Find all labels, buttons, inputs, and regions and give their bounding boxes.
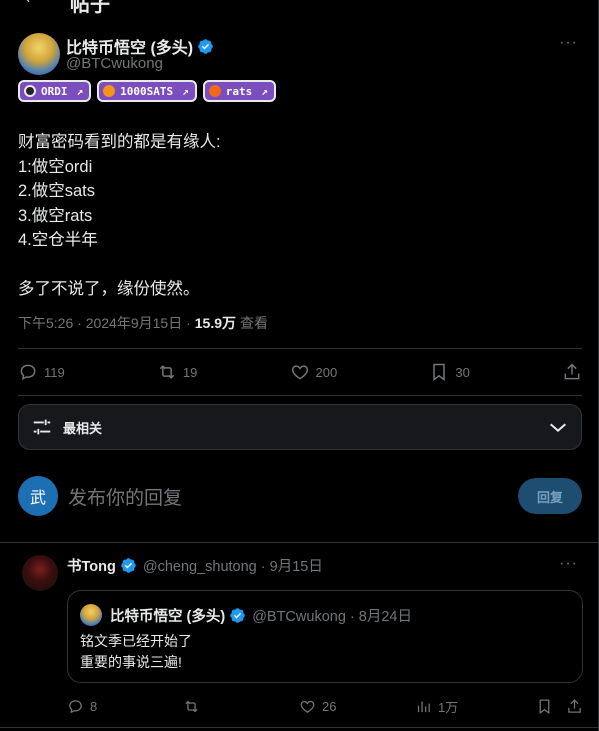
reply-count: 119 xyxy=(44,364,65,380)
ordi-coin-icon xyxy=(24,85,36,97)
share-icon xyxy=(564,363,580,380)
like-count: 200 xyxy=(315,364,338,380)
more-options-icon[interactable]: ··· xyxy=(559,555,578,573)
share-icon xyxy=(568,698,581,713)
views-button[interactable]: 1万 xyxy=(415,697,458,716)
quote-line: 铭文季已经开始了 xyxy=(80,633,192,649)
tweet-line xyxy=(18,253,578,278)
quote-author-name: 比特币悟空 (多头) xyxy=(110,608,226,625)
bookmark-count: 30 xyxy=(455,364,470,380)
tweet-line: 2.做空sats xyxy=(18,182,96,200)
view-count: 1万 xyxy=(438,699,459,715)
bookmark-icon xyxy=(433,363,446,381)
external-arrow-icon: ↗ xyxy=(76,84,84,98)
tweet-line: 多了不说了，缘份使然。 xyxy=(18,280,200,298)
reply-author-avatar[interactable] xyxy=(22,555,58,591)
quoted-tweet[interactable]: 比特币悟空 (多头) @BTCwukong · 8月24日 铭文季已经开始了 重… xyxy=(67,590,583,683)
bar-chart-icon xyxy=(417,701,430,712)
sort-label: 最相关 xyxy=(63,420,103,436)
view-label: 查看 xyxy=(240,315,268,331)
retweet-icon xyxy=(159,365,175,379)
reply-tweet[interactable]: 书Tong @cheng_shutong · 9月15日 ··· 比特币悟空 (… xyxy=(0,543,598,731)
reply-header: 书Tong @cheng_shutong · 9月15日 xyxy=(67,555,323,576)
heart-icon xyxy=(291,365,308,380)
view-count[interactable]: 15.9万 xyxy=(195,313,236,333)
quote-author-handle: @BTCwukong · 8月24日 xyxy=(252,608,412,625)
tweet-actions: 119 19 200 30 xyxy=(18,358,582,386)
tweet-meta: 下午5:26 · 2024年9月15日 · 15.9万 查看 xyxy=(18,313,268,333)
heart-icon xyxy=(300,700,315,713)
reply-button[interactable]: 119 xyxy=(18,362,65,382)
chip-1000sats[interactable]: 1000SATS ↗ xyxy=(97,80,197,102)
external-arrow-icon: ↗ xyxy=(261,84,268,98)
verified-badge-icon xyxy=(121,558,136,573)
tweet-line: 4.空仓半年 xyxy=(18,231,98,249)
tweet-line: 1:做空ordi xyxy=(18,157,93,176)
retweet-button[interactable] xyxy=(183,698,200,715)
user-avatar[interactable]: 武 xyxy=(18,476,58,516)
share-button[interactable] xyxy=(566,698,583,715)
reply-actions: 8 26 1万 xyxy=(67,696,582,716)
author-avatar[interactable] xyxy=(18,33,60,75)
tweet-time[interactable]: 下午5:26 · 2024年9月15日 · xyxy=(18,313,191,333)
tweet-line: 3.做空rats xyxy=(18,206,93,225)
reply-icon xyxy=(69,699,82,713)
reply-submit-button[interactable]: 回复 xyxy=(518,478,582,514)
reply-count: 8 xyxy=(90,698,98,714)
like-button[interactable]: 200 xyxy=(290,362,338,382)
verified-badge-icon xyxy=(230,607,245,623)
chip-label: ORDI xyxy=(41,84,68,98)
chip-label: rats xyxy=(225,84,253,98)
author-handle[interactable]: @BTCwukong xyxy=(66,55,163,72)
reply-input[interactable]: 发布你的回复 xyxy=(68,483,182,510)
external-arrow-icon: ↗ xyxy=(182,84,189,98)
like-count: 26 xyxy=(322,698,337,714)
bookmark-icon xyxy=(539,698,550,714)
rats-coin-icon xyxy=(208,85,221,97)
more-options-icon[interactable]: ··· xyxy=(559,34,578,52)
divider xyxy=(0,727,598,728)
retweet-icon xyxy=(185,700,198,712)
bookmark-button[interactable] xyxy=(536,698,553,715)
like-button[interactable]: 26 xyxy=(299,698,336,715)
quote-line: 重要的事说三遍! xyxy=(80,654,182,670)
reply-author-handle[interactable]: @cheng_shutong · 9月15日 xyxy=(143,555,323,576)
verified-badge-icon xyxy=(198,38,213,54)
reply-sort-dropdown[interactable]: 最相关 xyxy=(18,404,582,450)
quote-author-avatar xyxy=(80,604,102,626)
quote-header: 比特币悟空 (多头) @BTCwukong · 8月24日 xyxy=(80,604,412,626)
reply-author-name[interactable]: 书Tong xyxy=(67,555,116,576)
chip-rats[interactable]: rats ↗ xyxy=(202,80,276,102)
chip-label: 1000SATS xyxy=(120,84,174,98)
tweet-detail: 比特币悟空 (多头) @BTCwukong ··· ORDI ↗ 1000SAT… xyxy=(0,0,599,731)
retweet-button[interactable]: 19 xyxy=(157,362,197,382)
share-button[interactable] xyxy=(562,362,582,382)
reply-composer: 武 发布你的回复 回复 xyxy=(18,474,582,518)
retweet-count: 19 xyxy=(182,364,198,380)
tweet-body: 财富密码看到的都是有缘人: 1:做空ordi 2.做空sats 3.做空rats… xyxy=(18,130,578,302)
reply-button[interactable]: 8 xyxy=(67,698,97,715)
chevron-down-icon xyxy=(550,423,566,433)
chip-ordi[interactable]: ORDI ↗ xyxy=(18,80,92,102)
quote-body: 铭文季已经开始了 重要的事说三遍! xyxy=(80,631,192,673)
token-chips: ORDI ↗ 1000SATS ↗ rats ↗ xyxy=(18,80,276,102)
sats-coin-icon xyxy=(103,85,116,97)
reply-icon xyxy=(20,364,36,380)
divider xyxy=(18,395,582,396)
divider xyxy=(18,348,582,349)
bookmark-button[interactable]: 30 xyxy=(429,362,470,382)
filter-sliders-icon xyxy=(33,419,51,435)
tweet-line: 财富密码看到的都是有缘人: xyxy=(18,133,221,151)
